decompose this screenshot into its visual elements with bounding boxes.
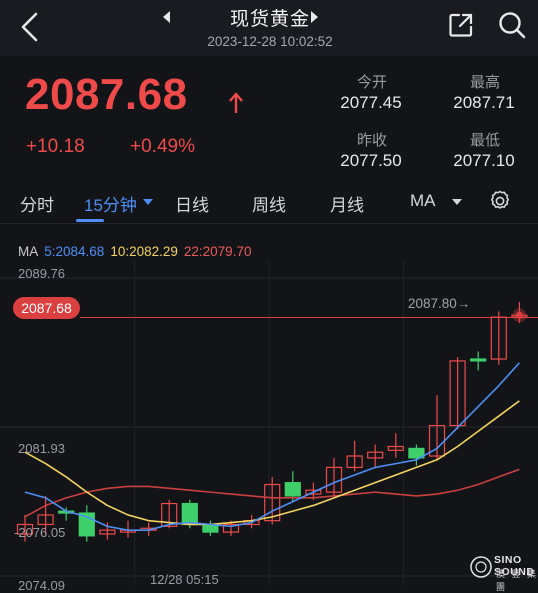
axis-bottom-label: 2074.09 — [18, 578, 65, 593]
stat-high-value: 2087.71 — [453, 93, 515, 112]
tab-daily[interactable]: 日线 — [175, 191, 209, 216]
tab-15min[interactable]: 15分钟 — [84, 191, 137, 216]
instrument-title: 现货黄金 — [229, 9, 310, 30]
tab-indicator-ma[interactable]: MA — [410, 191, 436, 211]
ma-label: MA — [18, 244, 39, 259]
indicator-caret-icon[interactable] — [452, 199, 462, 205]
next-instrument-icon[interactable] — [307, 10, 321, 24]
stat-low-label: 最低 — [469, 132, 500, 149]
search-icon[interactable] — [497, 10, 527, 40]
last-price: 2087.68 — [25, 70, 188, 119]
title-block: 现货黄金 2023-12-28 10:02:52 — [150, 4, 390, 49]
ma-legend: MA 5:2084.68 10:2082.29 22:2079.70 — [18, 244, 257, 259]
tab-timeshare[interactable]: 分时 — [20, 191, 54, 216]
brand-logo-subtext: 澳 豐 集 團 — [496, 569, 538, 592]
ma10-value: 10:2082.29 — [110, 244, 178, 259]
last-close-label: 2087.80→ — [408, 296, 471, 311]
axis-low-label: -2076.05 — [14, 525, 66, 540]
stat-high-label: 最高 — [469, 74, 500, 91]
candle-down — [284, 482, 301, 497]
up-arrow-icon — [229, 92, 243, 113]
candle-down — [181, 502, 198, 526]
stat-open-label: 今开 — [356, 74, 387, 91]
header-bar: 现货黄金 2023-12-28 10:02:52 — [0, 0, 538, 56]
tab-15min-caret-icon[interactable] — [143, 199, 153, 205]
back-arrow-icon[interactable] — [14, 10, 48, 44]
active-tab-indicator — [76, 219, 104, 222]
tab-weekly[interactable]: 周线 — [252, 191, 286, 216]
current-price-tag: 2087.68 — [13, 297, 80, 319]
candle-down — [470, 358, 487, 362]
stat-prevclose-label: 昨收 — [356, 132, 387, 149]
ma5-value: 5:2084.68 — [44, 244, 105, 259]
price-change: +10.18 — [26, 136, 85, 157]
stat-low-value: 2077.10 — [453, 151, 515, 170]
price-change-percent: +0.49% — [130, 136, 195, 157]
stat-prevclose-value: 2077.50 — [340, 151, 402, 170]
axis-mid-label: 2081.93 — [18, 441, 65, 456]
settings-gear-icon[interactable] — [488, 189, 512, 213]
axis-top-label: 2089.76 — [18, 266, 65, 281]
quote-datetime: 2023-12-28 10:02:52 — [207, 34, 333, 49]
ma22-value: 22:2079.70 — [183, 244, 252, 259]
share-icon[interactable] — [448, 12, 474, 38]
stat-open-value: 2077.45 — [340, 93, 402, 112]
last-price-dot — [515, 311, 523, 319]
period-tabs: 分时 15分钟 日线 周线 月线 MA — [0, 183, 538, 224]
tab-monthly[interactable]: 月线 — [330, 191, 364, 216]
time-axis-label: 12/28 05:15 — [150, 572, 219, 587]
